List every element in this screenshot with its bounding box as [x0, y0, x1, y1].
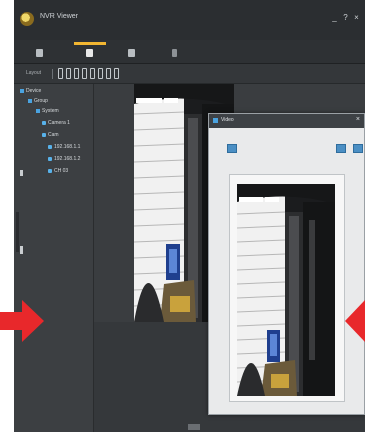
popup-left-button[interactable]	[227, 144, 237, 153]
popup-action-button[interactable]	[353, 144, 363, 153]
annotation-arrow-right-icon	[0, 300, 44, 342]
tree-item-group[interactable]: Group	[28, 98, 48, 107]
extra-icon	[172, 49, 177, 57]
layout-label: Layout	[26, 70, 42, 76]
app-title: NVR Viewer	[40, 13, 78, 20]
popup-title-bar: Video ×	[209, 114, 364, 128]
collapse-handle-icon[interactable]	[20, 246, 23, 254]
app-logo-icon	[20, 12, 34, 26]
device-tree-panel: Device Group System Camera 1 Cam 192.168…	[14, 84, 94, 432]
tree-item-system[interactable]: System	[36, 108, 59, 117]
layout-3-button[interactable]	[74, 68, 79, 79]
tree-item-device[interactable]: Device	[20, 88, 41, 97]
minimize-button[interactable]: _	[331, 13, 338, 22]
popup-video-feed[interactable]	[237, 184, 335, 396]
popup-camera-image	[237, 184, 335, 396]
tree-handle-icon	[20, 170, 23, 176]
title-bar: NVR Viewer _ ? ×	[14, 0, 365, 40]
camera-icon	[42, 132, 46, 137]
folder-icon	[20, 88, 24, 93]
tab-playback[interactable]	[70, 42, 110, 62]
help-button[interactable]: ?	[342, 13, 349, 22]
tree-item-channel[interactable]: CH 03	[48, 168, 68, 177]
layout-6-button[interactable]	[98, 68, 103, 79]
layout-5-button[interactable]	[90, 68, 95, 79]
tree-item-channel[interactable]: 192.168.1.1	[48, 144, 80, 153]
popup-title: Video	[221, 117, 234, 123]
tab-live[interactable]	[20, 42, 60, 62]
toolbar-separator	[52, 69, 53, 79]
panel-grip[interactable]	[16, 212, 19, 252]
layout-4-button[interactable]	[82, 68, 87, 79]
layout-1-button[interactable]	[58, 68, 63, 79]
close-button[interactable]: ×	[353, 13, 360, 22]
video-popup-window: Video ×	[208, 113, 365, 415]
folder-icon	[36, 108, 40, 113]
layout-2-button[interactable]	[66, 68, 71, 79]
popup-window-icon	[213, 118, 218, 123]
popup-close-button[interactable]: ×	[356, 116, 360, 123]
tab-extra[interactable]	[156, 42, 196, 62]
layout-7-button[interactable]	[106, 68, 111, 79]
tree-item-cam[interactable]: Cam	[42, 132, 59, 141]
camera-icon	[48, 168, 52, 173]
tree-item-channel[interactable]: 192.168.1.2	[48, 156, 80, 165]
camera-icon	[42, 120, 46, 125]
tree-item-camera[interactable]: Camera 1	[42, 120, 70, 129]
camera-icon	[48, 156, 52, 161]
live-icon	[36, 49, 43, 57]
folder-icon	[28, 98, 32, 103]
playback-icon	[86, 49, 93, 57]
annotation-arrow-left-icon	[345, 300, 365, 342]
layout-8-button[interactable]	[114, 68, 119, 79]
main-tab-bar	[14, 40, 365, 64]
camera-icon	[48, 144, 52, 149]
layout-toolbar: Layout	[14, 64, 365, 84]
config-icon	[128, 49, 135, 57]
popup-action-button[interactable]	[336, 144, 346, 153]
tab-config[interactable]	[112, 42, 152, 62]
timeline-scroll-thumb[interactable]	[188, 424, 200, 430]
